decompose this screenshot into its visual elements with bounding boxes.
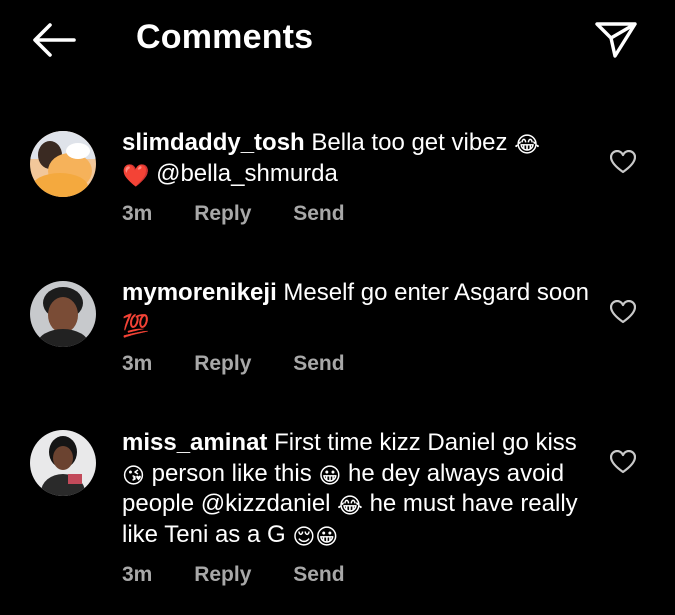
comment-username[interactable]: slimdaddy_tosh (122, 129, 305, 156)
comment-meta: 3m Reply Send (122, 202, 381, 226)
hundred-emoji: 💯 (122, 312, 150, 338)
share-button[interactable] (593, 18, 639, 60)
mention-link[interactable]: @bella_shmurda (156, 160, 338, 187)
comment-body: First time kizz Daniel go kiss (274, 429, 577, 456)
page-title: Comments (136, 18, 314, 56)
relieved-emoji: 😌 (292, 523, 316, 549)
grin-emoji: 😀 (315, 523, 339, 549)
heart-emoji: ❤️ (122, 162, 150, 188)
joy-emoji: 😂 (514, 132, 540, 157)
avatar[interactable] (30, 131, 96, 197)
comment-meta: 3m Reply Send (122, 352, 381, 376)
heart-outline-icon (609, 449, 637, 474)
send-button[interactable]: Send (293, 563, 344, 586)
back-button[interactable] (28, 20, 78, 60)
mention-link[interactable]: @kizzdaniel (201, 490, 331, 517)
heart-outline-icon (609, 149, 637, 174)
comment-meta: 3m Reply Send (122, 563, 381, 587)
like-button[interactable] (609, 299, 637, 324)
like-button[interactable] (609, 149, 637, 174)
paper-plane-icon (595, 22, 637, 58)
comment-text: slimdaddy_tosh Bella too get vibez 😂 ❤️ … (122, 128, 592, 189)
reply-button[interactable]: Reply (194, 563, 251, 586)
reply-button[interactable]: Reply (194, 202, 251, 225)
comment-time: 3m (122, 202, 153, 225)
comment-body: Bella too get vibez (311, 129, 508, 156)
heart-outline-icon (609, 299, 637, 324)
comment-text: mymorenikeji Meself go enter Asgard soon… (122, 278, 592, 339)
like-button[interactable] (609, 449, 637, 474)
comment-username[interactable]: miss_aminat (122, 429, 267, 456)
avatar[interactable] (30, 281, 96, 347)
send-button[interactable]: Send (293, 352, 344, 375)
comment-time: 3m (122, 563, 153, 586)
reply-button[interactable]: Reply (194, 352, 251, 375)
comment-text: miss_aminat First time kizz Daniel go ki… (122, 428, 592, 550)
comment-time: 3m (122, 352, 153, 375)
comment-username[interactable]: mymorenikeji (122, 279, 277, 306)
send-button[interactable]: Send (293, 202, 344, 225)
comment-body: person like this (151, 459, 312, 487)
kiss-emoji: 😘 (122, 462, 145, 488)
grin-emoji: 😀 (318, 462, 342, 488)
arrow-left-icon (33, 23, 76, 57)
avatar[interactable] (30, 430, 96, 496)
comment-body: Meself go enter Asgard soon (283, 279, 589, 306)
joy-emoji: 😂 (337, 493, 363, 518)
header: Comments (0, 0, 675, 80)
